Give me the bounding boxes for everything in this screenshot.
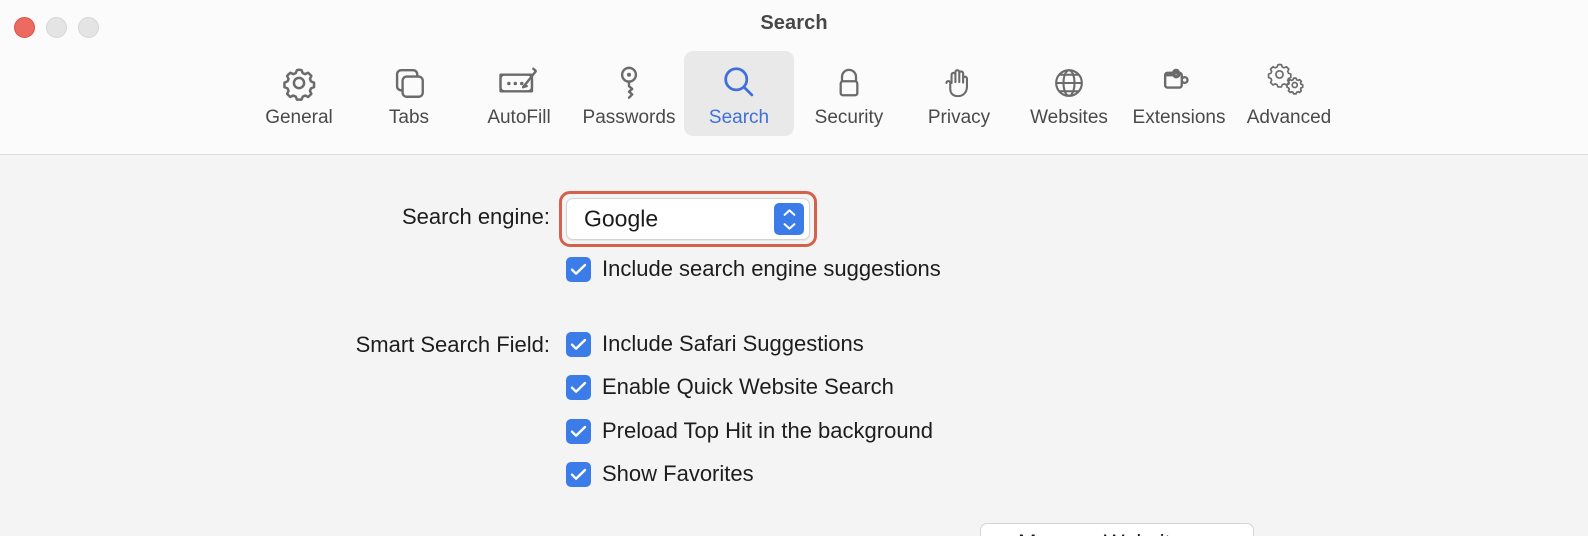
show-favorites-row[interactable]: Show Favorites	[566, 461, 754, 487]
checkbox-checked-icon[interactable]	[566, 374, 591, 400]
checkbox-label: Preload Top Hit in the background	[602, 418, 934, 443]
search-engine-value: Google	[584, 205, 659, 232]
tab-security[interactable]: Security	[794, 51, 904, 136]
tab-label: Security	[814, 107, 884, 128]
checkbox-label: Include search engine suggestions	[602, 256, 941, 281]
checkbox-label: Include Safari Suggestions	[602, 331, 864, 356]
tab-general[interactable]: General	[244, 51, 354, 136]
tab-autofill[interactable]: AutoFill	[464, 51, 574, 136]
checkbox-checked-icon[interactable]	[566, 256, 591, 282]
autofill-pencil-icon	[495, 60, 543, 106]
page-title: Search	[760, 12, 828, 34]
tab-advanced[interactable]: Advanced	[1234, 51, 1344, 136]
preferences-window: Search General Tabs AutoFill Passwords S…	[0, 0, 1588, 536]
search-engine-popup-button[interactable]: Google	[566, 198, 810, 240]
tab-extensions[interactable]: Extensions	[1124, 51, 1234, 136]
include-safari-suggestions-row[interactable]: Include Safari Suggestions	[566, 331, 864, 357]
tab-passwords[interactable]: Passwords	[574, 51, 684, 136]
gear-icon	[276, 60, 322, 106]
tab-privacy[interactable]: Privacy	[904, 51, 1014, 136]
magnifier-icon	[717, 60, 761, 106]
search-engine-focus-ring: Google	[559, 191, 817, 247]
enable-quick-website-search-row[interactable]: Enable Quick Website Search	[566, 374, 894, 400]
preload-top-hit-row[interactable]: Preload Top Hit in the background	[566, 418, 933, 444]
globe-icon	[1047, 60, 1091, 106]
tab-label: General	[265, 107, 333, 128]
hand-icon	[938, 60, 980, 106]
chevron-updown-icon[interactable]	[774, 203, 804, 235]
checkbox-checked-icon[interactable]	[566, 418, 591, 444]
tab-tabs[interactable]: Tabs	[354, 51, 464, 136]
tab-websites[interactable]: Websites	[1014, 51, 1124, 136]
checkbox-label: Enable Quick Website Search	[602, 374, 894, 399]
puzzle-piece-icon	[1155, 60, 1203, 106]
tab-label: Extensions	[1132, 107, 1226, 128]
tab-label: Passwords	[582, 107, 676, 128]
tab-label: AutoFill	[487, 107, 551, 128]
search-engine-label: Search engine:	[402, 204, 550, 229]
tab-label: Privacy	[927, 107, 991, 128]
checkbox-label: Show Favorites	[602, 461, 754, 486]
tab-label: Search	[708, 107, 770, 128]
tab-label: Advanced	[1246, 107, 1332, 128]
double-gear-icon	[1265, 60, 1313, 106]
preferences-tab-strip: General Tabs AutoFill Passwords Search S…	[0, 51, 1588, 136]
checkbox-checked-icon[interactable]	[566, 331, 591, 357]
key-icon	[607, 60, 651, 106]
tab-search[interactable]: Search	[684, 51, 794, 136]
title-bar: Search General Tabs AutoFill Passwords S…	[0, 0, 1588, 155]
include-search-engine-suggestions-row[interactable]: Include search engine suggestions	[566, 256, 941, 282]
lock-icon	[828, 60, 870, 106]
smart-search-field-label: Smart Search Field:	[355, 332, 550, 357]
tabs-icon	[387, 60, 431, 106]
preferences-content: Search engine: Google Include search eng…	[0, 156, 1588, 536]
tab-label: Tabs	[388, 107, 430, 128]
tab-label: Websites	[1030, 107, 1108, 128]
manage-websites-button[interactable]: Manage Websites…	[980, 523, 1254, 536]
checkbox-checked-icon[interactable]	[566, 461, 591, 487]
